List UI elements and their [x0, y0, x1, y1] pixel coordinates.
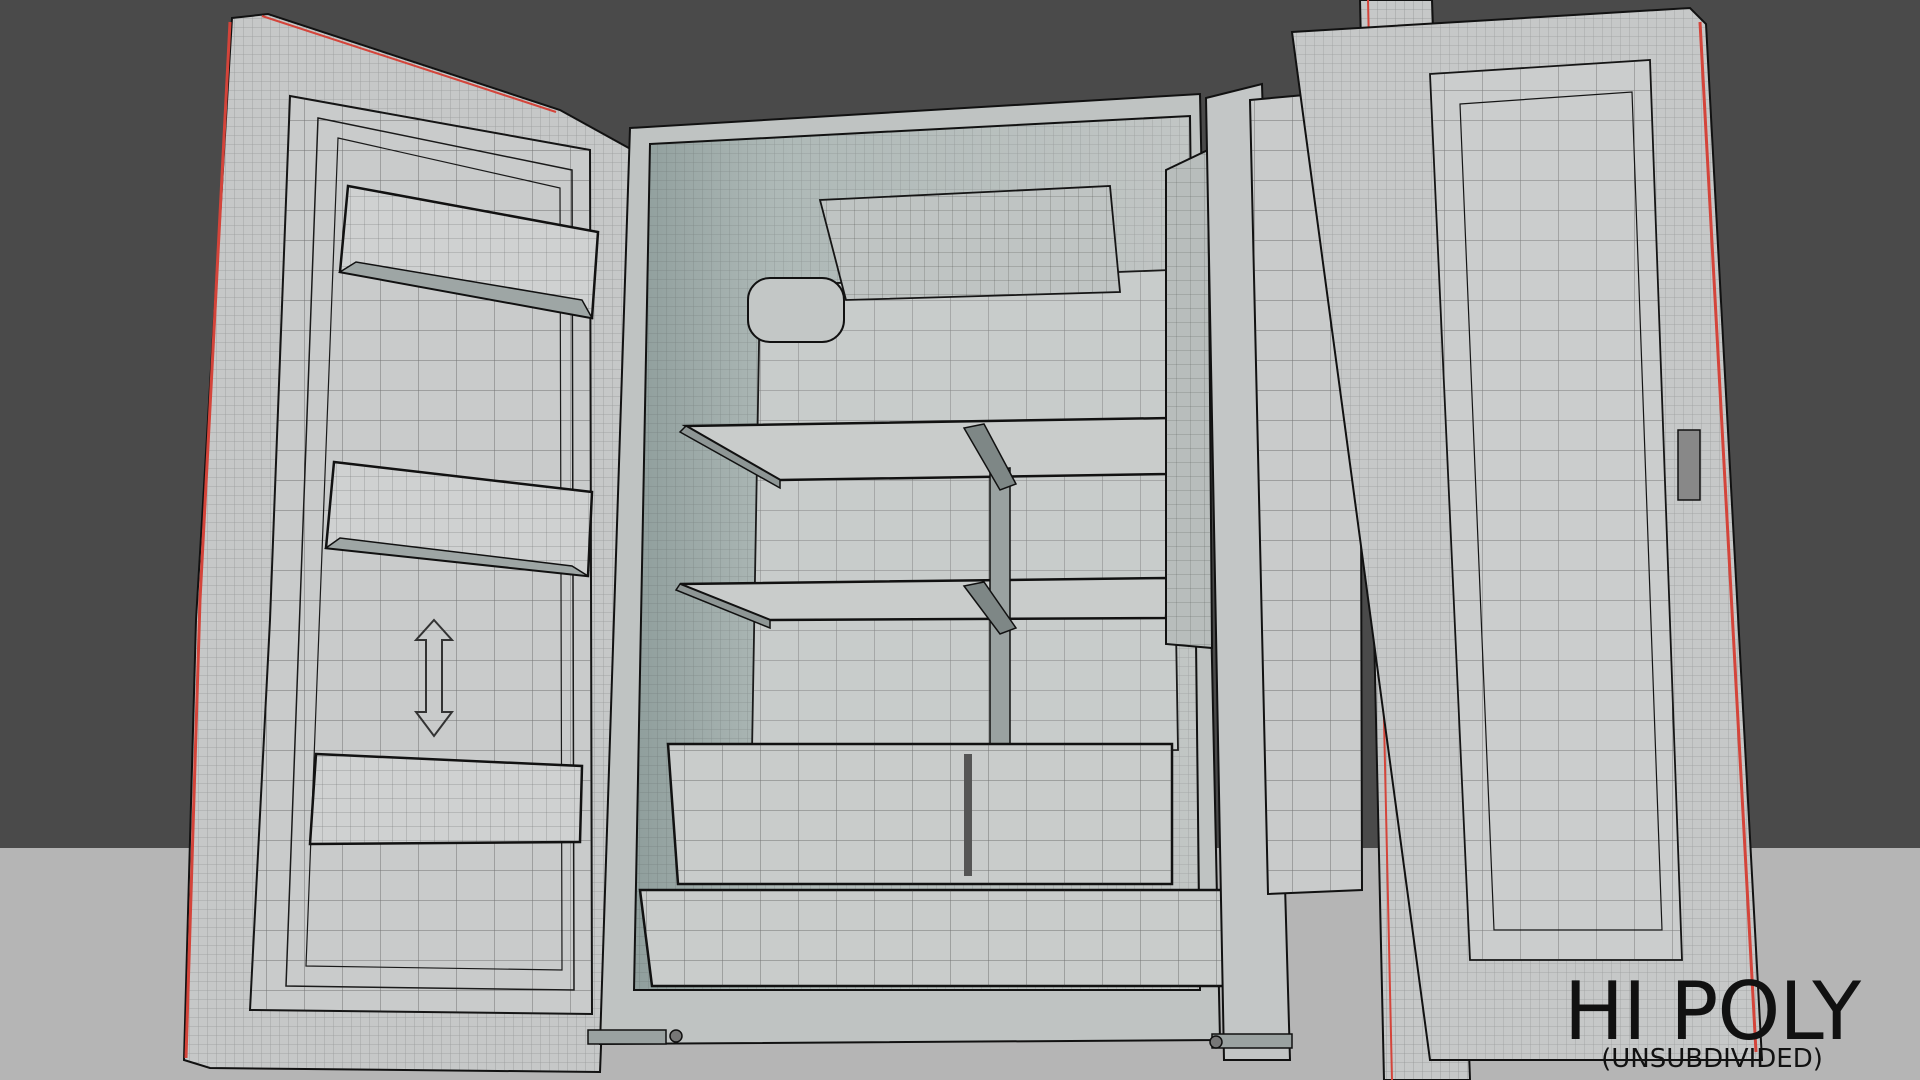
right-door-bins[interactable]: [1165, 148, 1214, 650]
crisper-drawer-lower[interactable]: [638, 888, 1276, 988]
render-label: HI POLY (UNSUBDIVIDED): [1552, 965, 1872, 1073]
bottom-hinge-right: [1209, 1033, 1293, 1049]
crisper-drawer-upper[interactable]: [666, 742, 1174, 886]
viewport-scene[interactable]: [0, 0, 1920, 1080]
left-door-bin-bottom[interactable]: [308, 752, 584, 846]
3d-viewport[interactable]: HI POLY (UNSUBDIVIDED): [0, 0, 1920, 1080]
render-title: HI POLY: [1563, 965, 1861, 1058]
